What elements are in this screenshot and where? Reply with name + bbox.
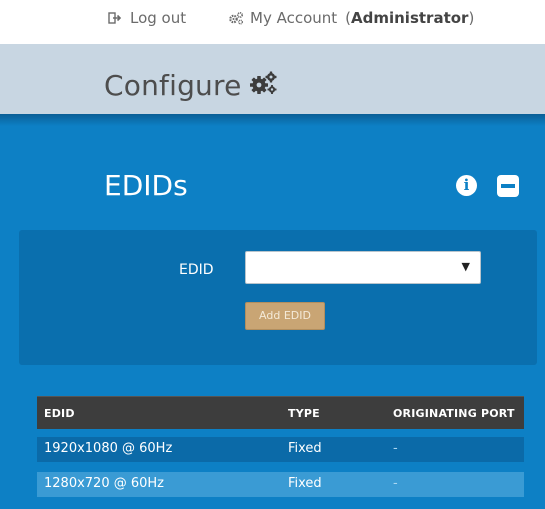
role-close-paren: ) bbox=[468, 9, 475, 27]
my-account-label: My Account bbox=[250, 9, 338, 27]
edid-select[interactable]: ▼ bbox=[245, 251, 481, 284]
collapse-icon[interactable] bbox=[497, 175, 519, 197]
info-icon[interactable]: i bbox=[456, 175, 477, 196]
section-title: EDIDs bbox=[104, 169, 188, 202]
table-row[interactable]: 1280x720 @ 60Hz Fixed - bbox=[37, 472, 524, 497]
main-content: EDIDs i EDID ▼ Add EDID EDID TYPE ORIGIN… bbox=[0, 114, 545, 509]
dropdown-arrow-icon: ▼ bbox=[461, 260, 470, 273]
top-bar: Log out My Account (Administrator) bbox=[0, 0, 545, 44]
cell-type: Fixed bbox=[288, 441, 322, 456]
logout-label: Log out bbox=[130, 9, 187, 27]
add-edid-panel: EDID ▼ Add EDID bbox=[19, 230, 537, 365]
account-role: (Administrator) bbox=[345, 9, 474, 27]
configure-header: Configure bbox=[0, 44, 545, 114]
edid-table: EDID TYPE ORIGINATING PORT 1920x1080 @ 6… bbox=[37, 396, 524, 497]
header-shadow bbox=[0, 114, 545, 126]
logout-icon bbox=[108, 11, 122, 25]
cell-edid: 1920x1080 @ 60Hz bbox=[44, 441, 173, 456]
cell-edid: 1280x720 @ 60Hz bbox=[44, 476, 164, 491]
add-edid-button[interactable]: Add EDID bbox=[245, 302, 325, 330]
column-header-type[interactable]: TYPE bbox=[288, 407, 320, 420]
gears-icon bbox=[248, 68, 278, 103]
column-header-originating-port[interactable]: ORIGINATING PORT bbox=[393, 407, 515, 420]
cell-type: Fixed bbox=[288, 476, 322, 491]
logout-link[interactable]: Log out bbox=[108, 9, 186, 27]
edid-label: EDID bbox=[179, 262, 214, 278]
table-row[interactable]: 1920x1080 @ 60Hz Fixed - bbox=[37, 437, 524, 462]
page-title-label: Configure bbox=[104, 69, 242, 102]
gears-icon bbox=[228, 11, 244, 25]
cell-originating-port: - bbox=[393, 476, 398, 491]
role-name: Administrator bbox=[351, 9, 469, 27]
page-title: Configure bbox=[104, 68, 278, 103]
table-header: EDID TYPE ORIGINATING PORT bbox=[37, 396, 524, 429]
cell-originating-port: - bbox=[393, 441, 398, 456]
column-header-edid[interactable]: EDID bbox=[44, 407, 75, 420]
my-account-link[interactable]: My Account (Administrator) bbox=[228, 9, 474, 27]
